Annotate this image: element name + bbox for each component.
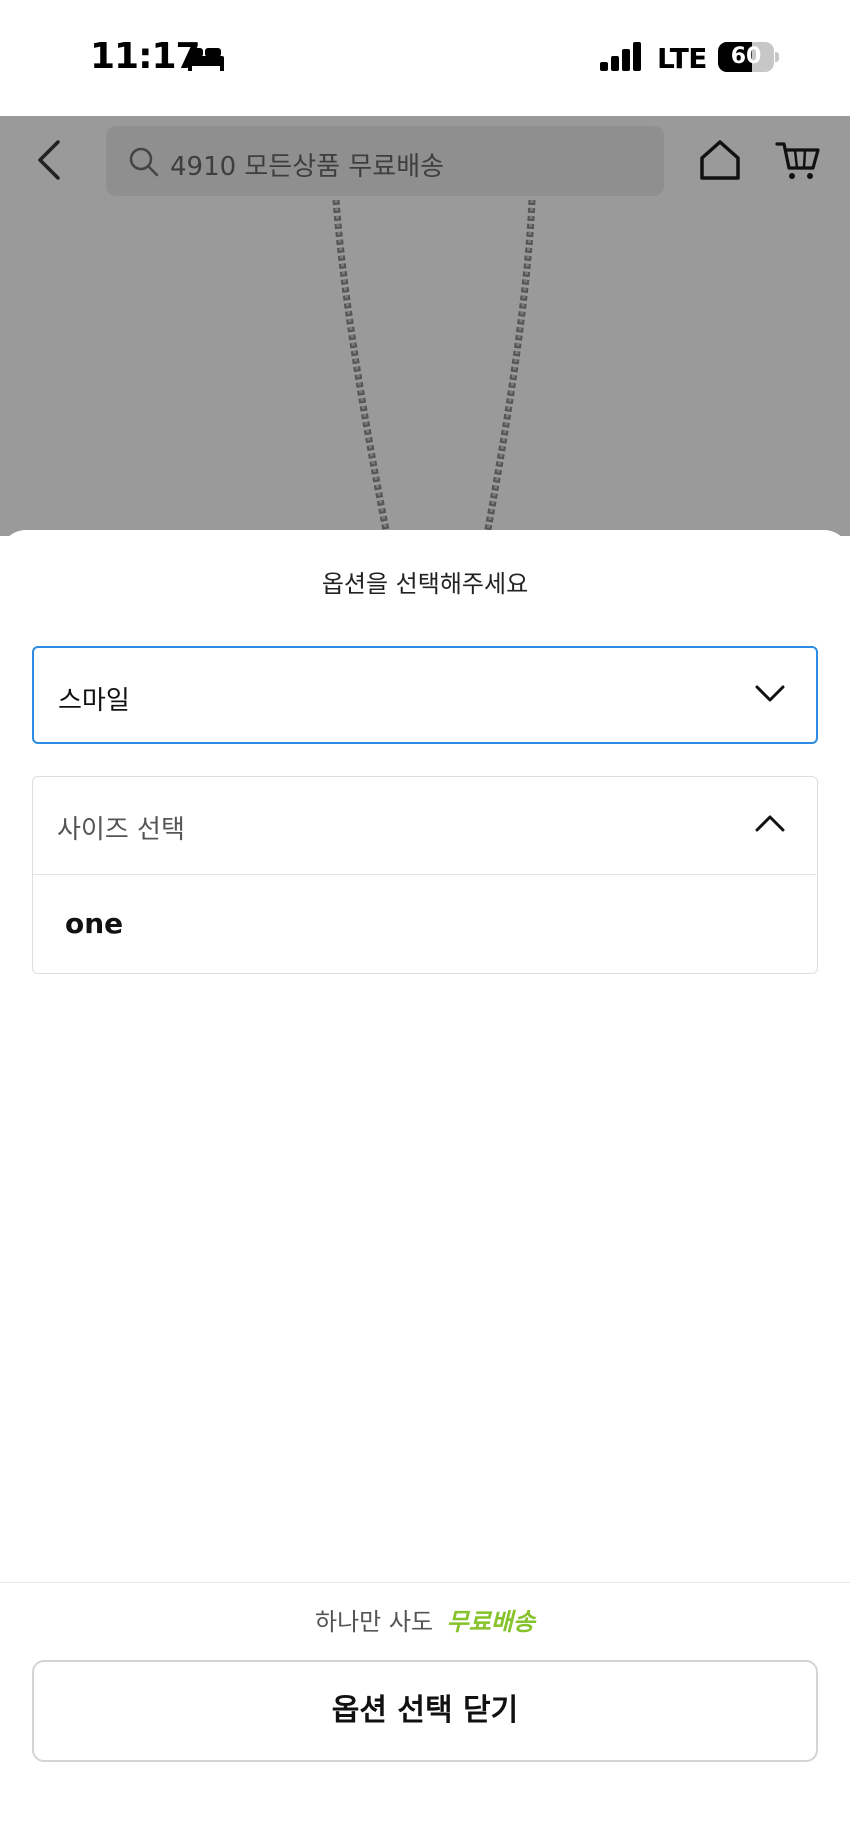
product-image-necklace [332,200,536,540]
chevron-up-icon [755,815,785,832]
battery-icon: 60 [718,42,779,72]
size-option-label: one [65,907,124,940]
option-select-dropdown[interactable]: 스마일 [32,646,818,744]
option-select-value: 스마일 [58,686,130,716]
close-options-button[interactable]: 옵션 선택 닫기 [32,1660,818,1762]
promo-highlight: 무료배송 [446,1608,535,1636]
status-bar: 11:17 LTE 60 [0,0,850,116]
back-arrow-icon[interactable] [34,138,68,182]
size-select-header[interactable]: 사이즈 선택 [33,777,816,875]
free-shipping-promo: 하나만 사도 무료배송 [0,1602,850,1637]
cellular-signal-icon [600,42,641,71]
size-select-dropdown: 사이즈 선택 one [32,776,818,974]
search-icon [129,147,159,177]
size-option-item[interactable]: one [33,875,816,973]
cart-icon[interactable] [775,138,821,182]
status-time: 11:17 [90,36,201,77]
search-text: 4910 모든상품 무료배송 [170,152,445,182]
top-navigation: 4910 모든상품 무료배송 [0,116,850,212]
size-select-label: 사이즈 선택 [57,815,185,845]
sheet-title: 옵션을 선택해주세요 [321,570,529,598]
chevron-down-icon [755,685,785,702]
footer-divider [0,1582,850,1583]
home-icon[interactable] [697,138,743,182]
bed-icon [188,48,224,71]
network-type: LTE [657,42,707,75]
battery-level: 60 [730,44,762,69]
search-input[interactable]: 4910 모든상품 무료배송 [106,126,664,196]
option-bottom-sheet: 옵션을 선택해주세요 스마일 사이즈 선택 one 하나만 사도 무료배송 옵션… [0,530,850,1842]
product-page-background: 4910 모든상품 무료배송 [0,116,850,540]
promo-prefix: 하나만 사도 [315,1608,434,1636]
